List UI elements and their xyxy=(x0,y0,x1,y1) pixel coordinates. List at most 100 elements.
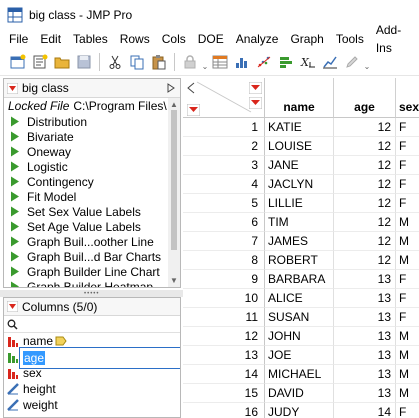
row-number[interactable]: 9 xyxy=(183,270,265,289)
run-script-icon[interactable] xyxy=(10,176,20,187)
row-number[interactable]: 8 xyxy=(183,251,265,270)
collapse-panel-icon[interactable] xyxy=(165,82,177,94)
row-number[interactable]: 7 xyxy=(183,232,265,251)
cell-sex[interactable]: F xyxy=(396,137,419,156)
cell-age[interactable]: 13 xyxy=(334,308,396,327)
row-number[interactable]: 15 xyxy=(183,384,265,403)
cell-sex[interactable]: M xyxy=(396,327,419,346)
table-row[interactable]: 7 JAMES 12 M xyxy=(183,232,419,251)
cell-name[interactable]: JUDY xyxy=(265,403,334,418)
script-item[interactable]: Contingency xyxy=(4,174,180,189)
column-header-sex[interactable]: sex xyxy=(396,78,419,118)
column-search-bar[interactable] xyxy=(4,316,180,333)
cell-name[interactable]: JANE xyxy=(265,156,334,175)
search-icon[interactable] xyxy=(7,319,18,330)
row-number[interactable]: 4 xyxy=(183,175,265,194)
table-row[interactable]: 1 KATIE 12 F xyxy=(183,118,419,137)
cell-sex[interactable]: M xyxy=(396,251,419,270)
row-number[interactable]: 13 xyxy=(183,346,265,365)
distribution-icon[interactable] xyxy=(232,52,252,72)
table-row[interactable]: 8 ROBERT 12 M xyxy=(183,251,419,270)
cell-age[interactable]: 14 xyxy=(334,403,396,418)
cell-sex[interactable]: F xyxy=(396,403,419,418)
table-row[interactable]: 15 DAVID 13 M xyxy=(183,384,419,403)
table-red-triangle-icon[interactable] xyxy=(249,97,262,109)
run-script-icon[interactable] xyxy=(10,161,20,172)
panel-splitter[interactable]: ••••• xyxy=(0,290,183,297)
table-row[interactable]: 14 MICHAEL 13 M xyxy=(183,365,419,384)
row-number[interactable]: 16 xyxy=(183,403,265,418)
red-triangle-menu-icon[interactable] xyxy=(7,82,18,94)
save-icon[interactable] xyxy=(74,52,94,72)
menu-rows[interactable]: Rows xyxy=(114,30,156,48)
data-table-icon[interactable] xyxy=(210,52,230,72)
cell-name[interactable]: MICHAEL xyxy=(265,365,334,384)
column-header-age[interactable]: age xyxy=(334,78,396,118)
cut-icon[interactable] xyxy=(105,52,125,72)
column-item-weight[interactable]: weight xyxy=(4,397,180,413)
row-number[interactable]: 2 xyxy=(183,137,265,156)
row-number[interactable]: 11 xyxy=(183,308,265,327)
open-icon[interactable] xyxy=(52,52,72,72)
script-item[interactable]: Bivariate xyxy=(4,129,180,144)
toolbar-overflow-icon[interactable]: ⌄ xyxy=(202,53,209,71)
cell-sex[interactable]: M xyxy=(396,384,419,403)
chart-icon[interactable] xyxy=(320,52,340,72)
cell-age[interactable]: 12 xyxy=(334,118,396,137)
run-script-icon[interactable] xyxy=(10,266,20,277)
scrollbar-thumb[interactable] xyxy=(171,110,177,250)
table-row[interactable]: 10 ALICE 13 F xyxy=(183,289,419,308)
bar-chart-icon[interactable] xyxy=(276,52,296,72)
panel-toggle-icon[interactable] xyxy=(187,82,195,94)
script-item[interactable]: Graph Builder Heatmap xyxy=(4,279,180,288)
cell-sex[interactable]: M xyxy=(396,213,419,232)
paste-icon[interactable] xyxy=(149,52,169,72)
run-script-icon[interactable] xyxy=(10,116,20,127)
table-row[interactable]: 5 LILLIE 12 F xyxy=(183,194,419,213)
cell-name[interactable]: LOUISE xyxy=(265,137,334,156)
cell-age[interactable]: 12 xyxy=(334,232,396,251)
menu-analyze[interactable]: Analyze xyxy=(230,30,285,48)
cell-sex[interactable]: M xyxy=(396,365,419,384)
column-rename-selected-text[interactable]: age xyxy=(23,351,46,365)
red-triangle-menu-icon[interactable] xyxy=(7,301,18,312)
script-item[interactable]: Graph Builder Line Chart xyxy=(4,264,180,279)
cell-name[interactable]: JOE xyxy=(265,346,334,365)
row-number[interactable]: 1 xyxy=(183,118,265,137)
formula-icon[interactable]: X xyxy=(298,52,318,72)
run-script-icon[interactable] xyxy=(10,146,20,157)
new-data-table-icon[interactable] xyxy=(8,52,28,72)
cell-name[interactable]: JAMES xyxy=(265,232,334,251)
row-number[interactable]: 10 xyxy=(183,289,265,308)
new-script-icon[interactable] xyxy=(30,52,50,72)
cell-age[interactable]: 13 xyxy=(334,270,396,289)
script-item[interactable]: Set Sex Value Labels xyxy=(4,204,180,219)
cell-age[interactable]: 13 xyxy=(334,327,396,346)
script-item[interactable]: Distribution xyxy=(4,114,180,129)
scroll-down-icon[interactable]: ▼ xyxy=(170,276,178,285)
row-number[interactable]: 3 xyxy=(183,156,265,175)
cell-age[interactable]: 13 xyxy=(334,365,396,384)
table-row[interactable]: 6 TIM 12 M xyxy=(183,213,419,232)
menu-tables[interactable]: Tables xyxy=(67,30,114,48)
run-script-icon[interactable] xyxy=(10,281,20,288)
cell-sex[interactable]: F xyxy=(396,194,419,213)
cell-name[interactable]: ROBERT xyxy=(265,251,334,270)
lock-icon[interactable] xyxy=(180,52,200,72)
row-number[interactable]: 12 xyxy=(183,327,265,346)
menu-edit[interactable]: Edit xyxy=(34,30,67,48)
cell-sex[interactable]: F xyxy=(396,118,419,137)
cell-sex[interactable]: M xyxy=(396,232,419,251)
rows-red-triangle-icon[interactable] xyxy=(187,104,200,116)
cell-name[interactable]: TIM xyxy=(265,213,334,232)
toolbar-overflow-icon[interactable]: ⌄ xyxy=(364,53,371,71)
run-script-icon[interactable] xyxy=(10,236,20,247)
cell-sex[interactable]: F xyxy=(396,156,419,175)
menu-file[interactable]: File xyxy=(0,30,34,48)
table-row[interactable]: 9 BARBARA 13 F xyxy=(183,270,419,289)
cell-name[interactable]: BARBARA xyxy=(265,270,334,289)
cell-name[interactable]: LILLIE xyxy=(265,194,334,213)
menu-cols[interactable]: Cols xyxy=(156,30,192,48)
script-item[interactable]: Fit Model xyxy=(4,189,180,204)
script-item[interactable]: Graph Buil...d Bar Charts xyxy=(4,249,180,264)
